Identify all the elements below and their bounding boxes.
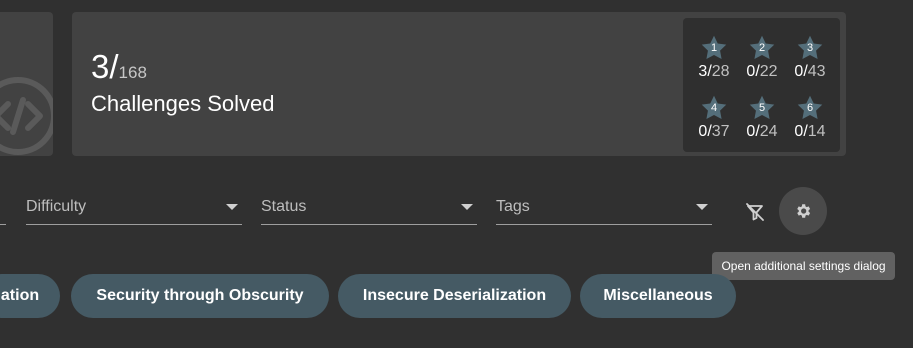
difficulty-select[interactable]: Difficulty [26,194,242,225]
category-chip[interactable]: Insecure Deserialization [338,274,571,318]
difficulty-star-4[interactable]: 4 0/37 [690,94,738,141]
filter-off-icon [746,203,764,221]
star-solved: 0/ [794,63,808,80]
score-text: 3/168 [91,48,147,86]
solved-count: 3/ [91,48,119,85]
total-count: 168 [118,63,147,82]
star-solved: 0/ [794,123,808,140]
code-icon [0,77,53,155]
difficulty-stars-panel: 1 3/28 2 0/22 3 0/43 4 0/37 5 0/24 6 0/1… [683,18,840,152]
star-total: 28 [711,63,730,80]
star-level: 5 [758,102,766,114]
star-solved: 0/ [698,123,712,140]
chevron-down-icon [696,204,708,210]
star-level: 6 [806,102,814,114]
chevron-down-icon [226,204,238,210]
star-total: 14 [807,123,826,140]
difficulty-star-3[interactable]: 3 0/43 [786,34,834,81]
star-solved: 0/ [746,123,760,140]
chevron-down-icon [461,204,473,210]
difficulty-star-6[interactable]: 6 0/14 [786,94,834,141]
star-level: 4 [710,102,718,114]
settings-button[interactable] [779,187,827,235]
status-select[interactable]: Status [261,194,477,225]
category-chip[interactable]: ation [0,274,60,318]
category-card-partial [0,12,53,156]
difficulty-select-label: Difficulty [26,198,87,215]
tags-select-label: Tags [496,198,530,215]
star-level: 3 [806,42,814,54]
status-select-label: Status [261,198,307,215]
score-card: 3/168 Challenges Solved 1 3/28 2 0/22 3 … [72,12,846,156]
difficulty-star-2[interactable]: 2 0/22 [738,34,786,81]
star-total: 24 [759,123,778,140]
star-solved: 3/ [698,63,712,80]
star-solved: 0/ [746,63,760,80]
star-total: 37 [711,123,730,140]
star-total: 22 [759,63,778,80]
category-chip[interactable]: Security through Obscurity [71,274,329,318]
settings-tooltip: Open additional settings dialog [712,252,895,280]
gear-icon [797,204,811,218]
category-chip[interactable]: Miscellaneous [580,274,736,318]
star-level: 1 [710,42,718,54]
clear-filters-button[interactable] [742,199,768,225]
difficulty-star-1[interactable]: 1 3/28 [690,34,738,81]
challenges-solved-label: Challenges Solved [91,91,275,116]
difficulty-star-5[interactable]: 5 0/24 [738,94,786,141]
star-total: 43 [807,63,826,80]
partial-select-underline [0,224,6,225]
star-level: 2 [758,42,766,54]
tags-select[interactable]: Tags [496,194,712,225]
